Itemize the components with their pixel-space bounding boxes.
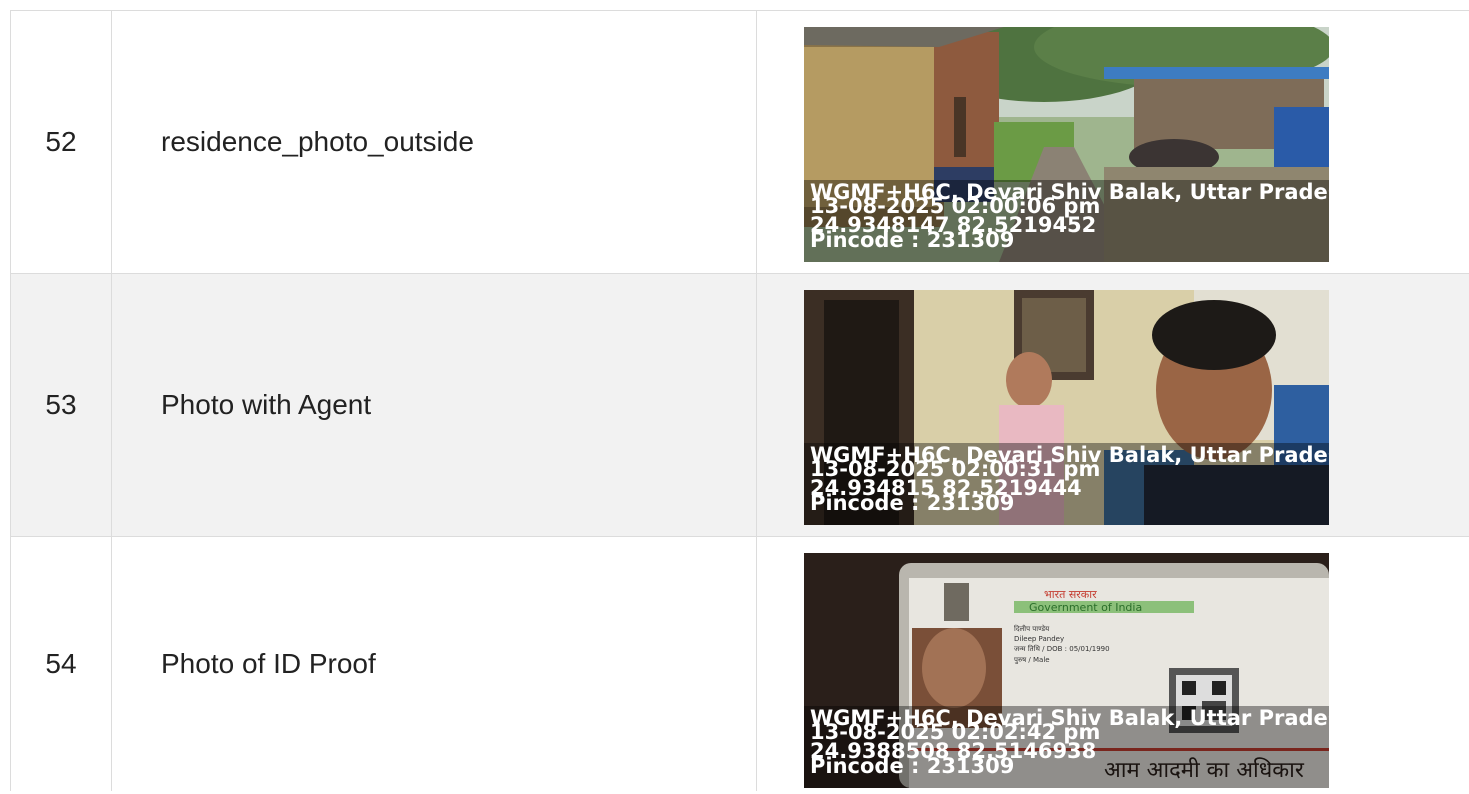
- photo-table: 52 residence_photo_outside WGMF+H6C, Dev…: [10, 10, 1469, 791]
- id-dob: जन्म तिथि / DOB : 05/01/1990: [1014, 644, 1110, 653]
- geo-stamp: WGMF+H6C, Devari Shiv Balak, Uttar Prade…: [804, 706, 1329, 788]
- id-name-hindi: दिलीप पाण्डेय: [1014, 624, 1050, 633]
- table-row: 52 residence_photo_outside WGMF+H6C, Dev…: [10, 11, 1469, 274]
- id-proof-photo[interactable]: भारत सरकार Government of India दिलीप पाण…: [804, 553, 1329, 788]
- residence-photo[interactable]: WGMF+H6C, Devari Shiv Balak, Uttar Prade…: [804, 27, 1329, 262]
- id-gender: पुरुष / Male: [1014, 656, 1050, 664]
- geo-stamp: WGMF+H6C, Devari Shiv Balak, Uttar Prade…: [804, 443, 1329, 525]
- row-number: 52: [45, 126, 77, 157]
- row-label: Photo of ID Proof: [161, 648, 376, 679]
- id-name-english: Dileep Pandey: [1014, 635, 1064, 643]
- row-number: 53: [45, 389, 77, 420]
- table-row: 54 Photo of ID Proof भारत सरकार Governme…: [10, 537, 1469, 791]
- stamp-pincode: Pincode : 231309: [810, 754, 1015, 778]
- row-number: 54: [45, 648, 77, 679]
- geo-stamp: WGMF+H6C, Devari Shiv Balak, Uttar Prade…: [804, 180, 1329, 262]
- stamp-pincode: Pincode : 231309: [810, 491, 1015, 515]
- id-header-hindi: भारत सरकार: [1044, 588, 1097, 601]
- row-label: residence_photo_outside: [161, 126, 474, 157]
- stamp-pincode: Pincode : 231309: [810, 228, 1015, 252]
- table-row: 53 Photo with Agent WGMF+H6C, Devari Shi…: [10, 274, 1469, 537]
- row-label: Photo with Agent: [161, 389, 372, 420]
- id-header-english: Government of India: [1029, 601, 1142, 614]
- agent-photo[interactable]: WGMF+H6C, Devari Shiv Balak, Uttar Prade…: [804, 290, 1329, 525]
